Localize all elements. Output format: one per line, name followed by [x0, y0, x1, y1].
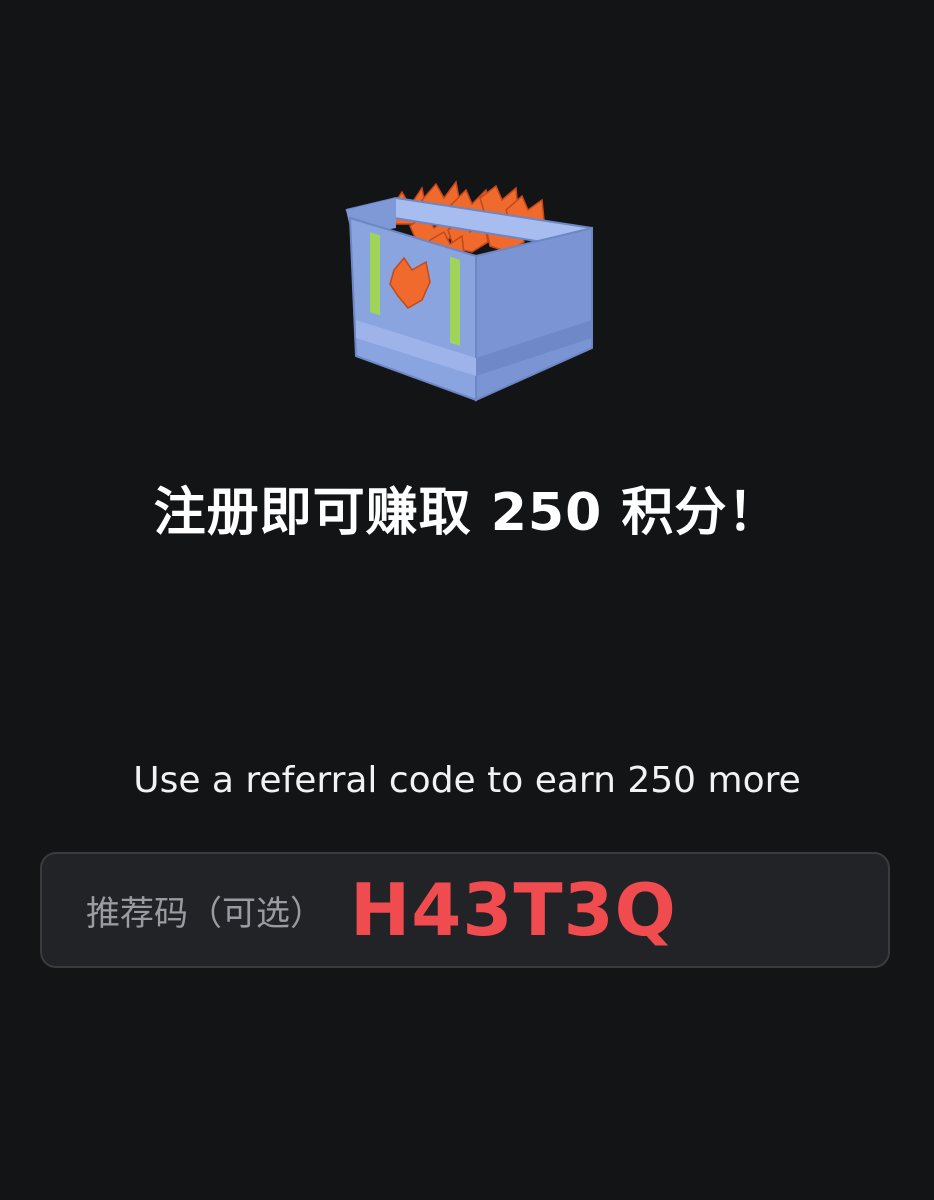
signup-reward-headline: 注册即可赚取 250 积分！ [153, 483, 781, 543]
referral-hint-text: Use a referral code to earn 250 more [133, 760, 801, 801]
referral-code-input[interactable]: 推荐码（可选） H43T3Q [40, 852, 890, 968]
fox-token-crate-icon [330, 170, 610, 410]
referral-code-placeholder: 推荐码（可选） [86, 893, 324, 934]
referral-code-value: H43T3Q [350, 868, 677, 952]
